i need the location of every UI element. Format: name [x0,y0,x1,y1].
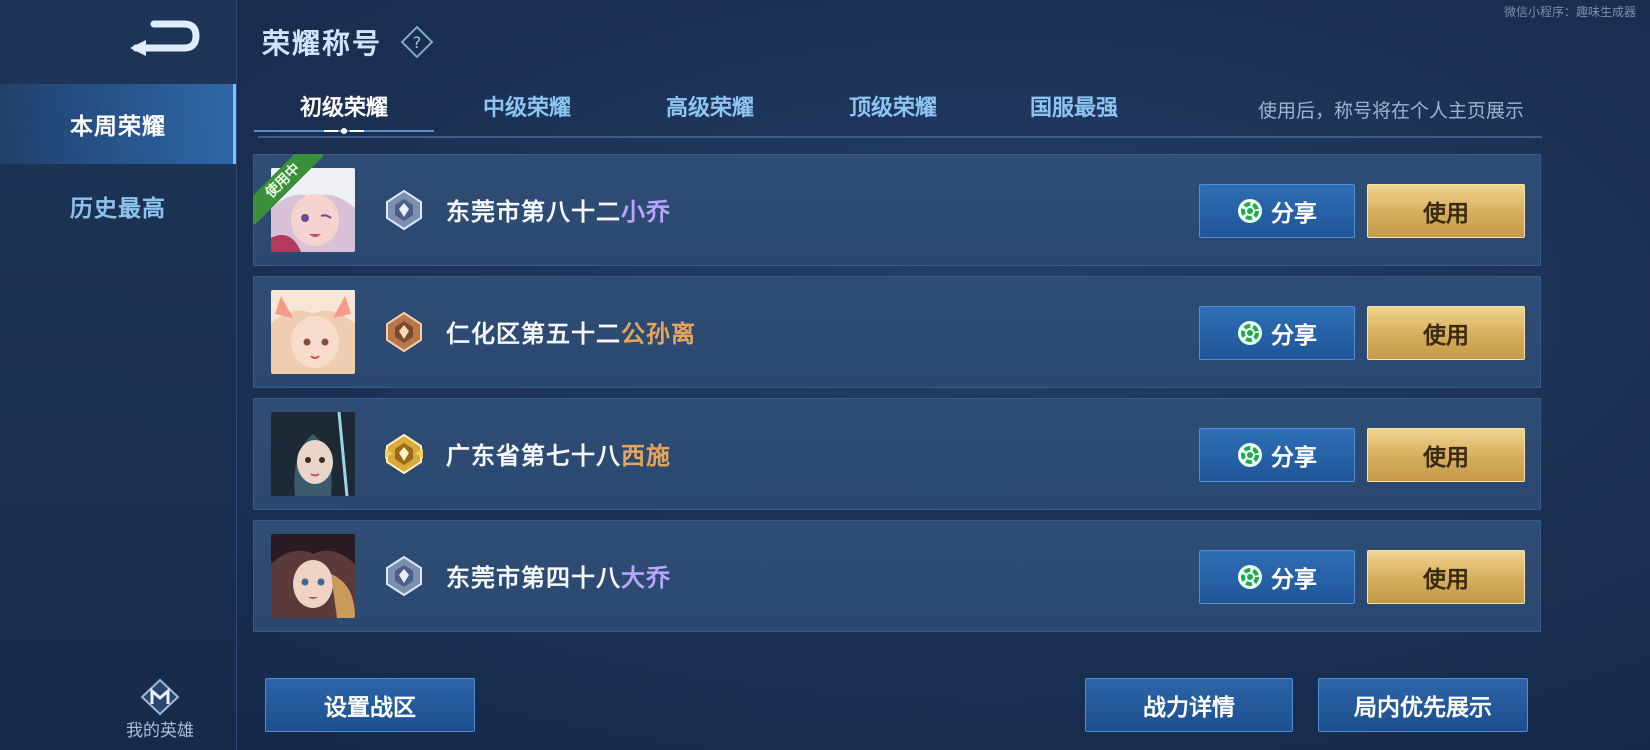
honor-title: 东莞市第四十八大乔 [446,558,671,593]
silver-rank-icon [383,555,425,597]
use-button[interactable]: 使用 [1367,306,1525,360]
title-row: 东莞市第四十八大乔 分享 使用 [253,520,1541,632]
title-prefix: 仁化区第五十二 [446,320,621,348]
watermark: 微信小程序：趣味生成器 [1503,5,1636,19]
tab-label: 中级荣耀 [482,96,571,121]
power-details-button[interactable]: 战力详情 [1085,678,1293,732]
page-title: 荣耀称号 [262,27,383,60]
silver-rank-icon [383,189,425,231]
share-icon [1237,198,1263,224]
in-use-ribbon: 使用中 [253,154,323,224]
share-label: 分享 [1271,323,1317,349]
active-tab-indicator [254,128,434,134]
priority-display-button[interactable]: 局内优先展示 [1318,678,1528,732]
use-button[interactable]: 使用 [1367,428,1525,482]
title-row: 仁化区第五十二公孙离 分享 使用 [253,276,1541,388]
hero-avatar [271,534,355,618]
bronze-rank-icon [383,311,425,353]
hero-avatar [271,412,355,496]
title-row: 广东省第七十八西施 分享 使用 [253,398,1541,510]
sidebar-item-label: 历史最高 [70,196,166,222]
share-button[interactable]: 分享 [1199,306,1355,360]
share-label: 分享 [1271,567,1317,593]
hero-name: 公孙离 [621,320,696,348]
tab-bar: 初级荣耀 中级荣耀 高级荣耀 顶级荣耀 国服最强 使用后，称号将在个人主页展示 [254,90,1542,138]
tab-label: 高级荣耀 [665,96,754,121]
sidebar-item-label: 本周荣耀 [70,114,166,140]
hero-name: 小乔 [621,198,671,226]
share-icon [1237,564,1263,590]
tab-intermediate-honor[interactable]: 中级荣耀 [447,90,607,130]
hero-crest-icon [138,678,182,716]
sidebar: 本周荣耀 历史最高 我的英雄 [0,0,237,750]
use-button[interactable]: 使用 [1367,184,1525,238]
hero-avatar [271,290,355,374]
share-icon [1237,320,1263,346]
share-label: 分享 [1271,201,1317,227]
tab-label: 国服最强 [1029,96,1118,121]
tabs-hint: 使用后，称号将在个人主页展示 [1257,100,1524,122]
my-heroes-label: 我的英雄 [126,721,194,741]
tab-top-honor[interactable]: 顶级荣耀 [813,90,973,130]
tab-advanced-honor[interactable]: 高级荣耀 [630,90,790,130]
help-icon[interactable]: ? [400,25,434,59]
hero-name: 西施 [621,442,671,470]
svg-text:?: ? [413,33,422,52]
honor-title: 仁化区第五十二公孙离 [446,314,696,349]
hero-name: 大乔 [621,564,671,592]
tab-label: 顶级荣耀 [848,96,937,121]
share-button[interactable]: 分享 [1199,550,1355,604]
share-button[interactable]: 分享 [1199,184,1355,238]
sidebar-item-history-best[interactable]: 历史最高 [0,166,236,246]
use-button[interactable]: 使用 [1367,550,1525,604]
tab-label: 初级荣耀 [299,96,388,121]
my-heroes-button[interactable]: 我的英雄 [110,678,210,741]
title-prefix: 广东省第七十八 [446,442,621,470]
tab-junior-honor[interactable]: 初级荣耀 [254,90,434,134]
title-list: 使用中 东莞市第八十二小乔 分享 使用 仁化区第五十二公孙离 分享 使用 广东省… [253,154,1541,642]
gold-rank-icon [383,433,425,475]
share-icon [1237,442,1263,468]
title-prefix: 东莞市第四十八 [446,564,621,592]
set-region-button[interactable]: 设置战区 [265,678,475,732]
title-prefix: 东莞市第八十二 [446,198,621,226]
page-header: 荣耀称号 ? [262,22,434,62]
tab-national-best[interactable]: 国服最强 [994,90,1154,130]
back-arrow-icon[interactable] [126,18,200,62]
title-row: 使用中 东莞市第八十二小乔 分享 使用 [253,154,1541,266]
honor-title: 广东省第七十八西施 [446,436,671,471]
honor-title: 东莞市第八十二小乔 [446,192,671,227]
in-use-label: 使用中 [253,154,323,224]
share-button[interactable]: 分享 [1199,428,1355,482]
share-label: 分享 [1271,445,1317,471]
sidebar-item-this-week[interactable]: 本周荣耀 [0,84,236,164]
